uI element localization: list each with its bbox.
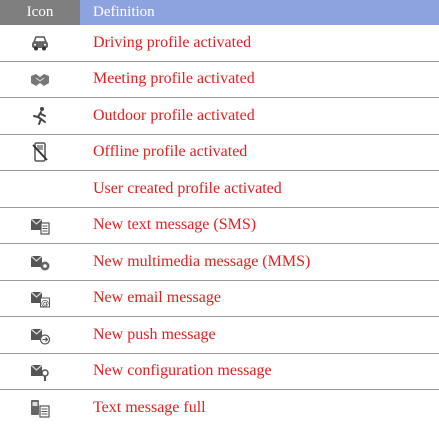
icon-definition-table: Icon Definition Driving profile activate… — [0, 0, 439, 427]
definition-text: Offline profile activated — [93, 143, 248, 161]
definition-text: New configuration message — [93, 362, 272, 380]
table-row: New push message — [0, 317, 439, 354]
table-row: Meeting profile activated — [0, 62, 439, 98]
table-row: Driving profile activated — [0, 25, 439, 62]
definition-column-header: Definition — [80, 0, 439, 25]
definition-text: New multimedia message (MMS) — [93, 252, 311, 270]
handshake-icon — [0, 62, 80, 98]
definition-text: New email message — [93, 289, 221, 307]
empty-icon-cell — [0, 171, 80, 207]
email-icon: @ — [0, 281, 80, 317]
table-row: New configuration message — [0, 354, 439, 390]
table-header: Icon Definition — [0, 0, 439, 25]
icon-column-header: Icon — [0, 0, 80, 25]
config-message-icon — [0, 354, 80, 390]
phone-off-icon — [0, 135, 80, 171]
table-row: User created profile activated — [0, 171, 439, 208]
sms-icon — [0, 208, 80, 244]
definition-text: User created profile activated — [93, 179, 282, 197]
table-row: New text message (SMS) — [0, 208, 439, 244]
definition-text: Text message full — [93, 399, 206, 417]
table-row: New multimedia message (MMS) — [0, 244, 439, 281]
table-row: Text message full — [0, 390, 439, 427]
mms-icon — [0, 244, 80, 280]
definition-text: Meeting profile activated — [93, 70, 255, 88]
table-row: @ New email message — [0, 281, 439, 317]
definition-text: Driving profile activated — [93, 33, 252, 51]
definition-text: Outdoor profile activated — [93, 106, 255, 124]
definition-text: New push message — [93, 325, 216, 343]
running-person-icon — [0, 98, 80, 134]
svg-text:@: @ — [41, 299, 49, 308]
table-row: Outdoor profile activated — [0, 98, 439, 135]
car-icon — [0, 25, 80, 61]
table-row: Offline profile activated — [0, 135, 439, 171]
message-full-icon — [0, 390, 80, 427]
definition-text: New text message (SMS) — [93, 216, 257, 234]
push-message-icon — [0, 317, 80, 353]
